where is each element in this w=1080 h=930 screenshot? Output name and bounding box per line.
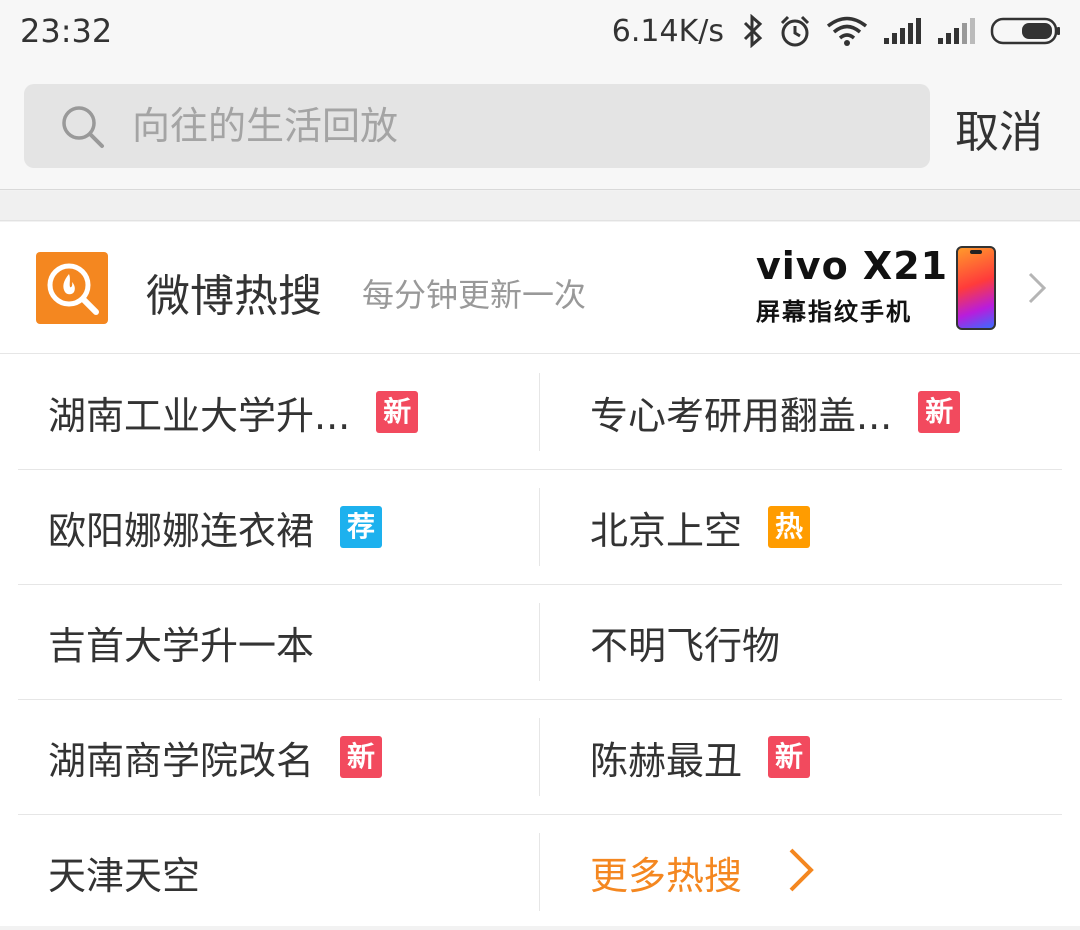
hot-search-row: 湖南工业大学升... 新 专心考研用翻盖... 新 (0, 355, 1080, 470)
hot-search-item[interactable]: 湖南商学院改名 新 (48, 700, 538, 814)
hot-search-item[interactable]: 吉首大学升一本 (48, 585, 538, 699)
hot-search-item[interactable]: 湖南工业大学升... 新 (48, 355, 538, 469)
hot-search-item-label: 陈赫最丑 (590, 738, 743, 783)
signal-icon (936, 16, 976, 46)
hot-search-row: 湖南商学院改名 新 陈赫最丑 新 (0, 700, 1080, 815)
battery-icon (990, 16, 1062, 46)
hot-search-item-label: 吉首大学升一本 (48, 623, 315, 668)
column-divider (539, 488, 540, 566)
hot-search-item-label: 北京上空 (590, 508, 743, 553)
search-box[interactable] (24, 84, 930, 168)
new-badge: 新 (768, 736, 811, 778)
hot-search-title: 微博热搜 (146, 271, 322, 322)
column-divider (539, 373, 540, 451)
hot-search-row: 天津天空 更多热搜 (0, 815, 1080, 930)
column-divider (539, 833, 540, 911)
hot-search-item[interactable]: 专心考研用翻盖... 新 (590, 355, 1060, 469)
ad-banner[interactable]: vivo X21 屏幕指纹手机 (756, 244, 1000, 334)
more-hot-search-label: 更多热搜 (590, 853, 743, 898)
hot-search-header[interactable]: 微博热搜 每分钟更新一次 vivo X21 屏幕指纹手机 (0, 222, 1080, 354)
signal-icon (882, 16, 922, 46)
alarm-icon (778, 14, 812, 48)
column-divider (539, 718, 540, 796)
status-bar: 23:32 6.14K/s (0, 0, 1080, 62)
hot-search-subtitle: 每分钟更新一次 (362, 276, 587, 314)
new-badge: 新 (918, 391, 961, 433)
hot-search-row: 欧阳娜娜连衣裙 荐 北京上空 热 (0, 470, 1080, 585)
new-badge: 新 (376, 391, 419, 433)
hot-search-row: 吉首大学升一本 不明飞行物 (0, 585, 1080, 700)
hot-search-panel: 微博热搜 每分钟更新一次 vivo X21 屏幕指纹手机 湖南工业大学升... … (0, 222, 1080, 926)
hot-search-item-label: 欧阳娜娜连衣裙 (48, 508, 315, 553)
phone-image (956, 246, 996, 330)
hot-search-item[interactable]: 陈赫最丑 新 (590, 700, 1060, 814)
recommend-badge: 荐 (340, 506, 383, 548)
hot-search-item-label: 天津天空 (48, 853, 201, 898)
chevron-right-icon (786, 846, 816, 898)
hot-search-item-label: 湖南商学院改名 (48, 738, 315, 783)
wifi-icon (826, 15, 868, 47)
ad-brand: vivo X21 (756, 244, 949, 288)
new-badge: 新 (340, 736, 383, 778)
chevron-right-icon[interactable] (1026, 270, 1048, 310)
hot-search-item[interactable]: 不明飞行物 (590, 585, 1060, 699)
hot-search-item[interactable]: 天津天空 (48, 815, 538, 929)
hot-search-item-label: 不明飞行物 (590, 623, 781, 668)
ad-slogan: 屏幕指纹手机 (756, 298, 912, 326)
hot-search-item-label: 湖南工业大学升... (48, 393, 351, 438)
search-header: 取消 (0, 62, 1080, 190)
hot-search-grid: 湖南工业大学升... 新 专心考研用翻盖... 新 欧阳娜娜连衣裙 荐 北京上空… (0, 355, 1080, 930)
hot-search-item-label: 专心考研用翻盖... (590, 393, 893, 438)
hot-search-item[interactable]: 欧阳娜娜连衣裙 荐 (48, 470, 538, 584)
more-hot-search-link[interactable]: 更多热搜 (590, 815, 1060, 929)
network-speed: 6.14K/s (611, 13, 724, 49)
status-time: 23:32 (20, 12, 113, 50)
hot-badge: 热 (768, 506, 811, 548)
section-spacer (0, 191, 1080, 221)
weibo-hot-search-icon (36, 252, 108, 324)
search-icon (60, 104, 106, 154)
cancel-button[interactable]: 取消 (955, 96, 1043, 160)
hot-search-item[interactable]: 北京上空 热 (590, 470, 1060, 584)
search-input[interactable] (132, 84, 912, 168)
status-icons: 6.14K/s (612, 10, 1062, 52)
bluetooth-icon (742, 14, 764, 48)
column-divider (539, 603, 540, 681)
